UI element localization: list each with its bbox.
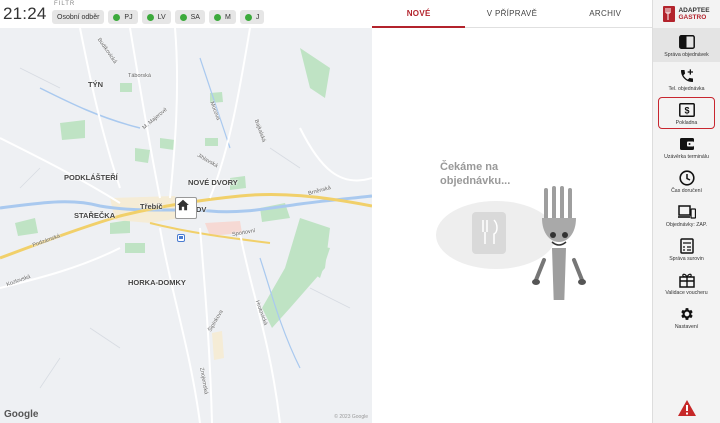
nav-label: Tel. objednávka bbox=[668, 85, 705, 92]
chip-label: SA bbox=[190, 13, 200, 21]
tab-nove[interactable]: NOVÉ bbox=[372, 0, 466, 28]
status-dot-icon bbox=[244, 13, 252, 21]
nav-sprava-surovin[interactable]: Správa surovin bbox=[653, 232, 720, 266]
nav-tel-objednavka[interactable]: Tel. objednávka bbox=[653, 62, 720, 96]
nav-pokladna[interactable]: $ Pokladna bbox=[657, 96, 716, 130]
google-logo: Google bbox=[4, 409, 39, 420]
nav-label: Nastavení bbox=[674, 323, 699, 330]
top-bar: 21:24 FILTR Osobní odběr PJ LV SA M J bbox=[0, 0, 372, 28]
brand-line-2: GASTRO bbox=[678, 14, 707, 21]
gift-icon bbox=[678, 271, 696, 289]
warning-icon[interactable] bbox=[677, 399, 697, 417]
map-label: HORKA-DOMKY bbox=[128, 278, 186, 287]
app-window: 21:24 FILTR Osobní odběr PJ LV SA M J TÝ… bbox=[0, 0, 720, 423]
chip-pj[interactable]: PJ bbox=[108, 10, 138, 24]
home-icon bbox=[177, 199, 189, 211]
nav-label: Pokladna bbox=[675, 119, 698, 126]
svg-text:$: $ bbox=[684, 105, 689, 115]
chip-label: M bbox=[224, 13, 231, 21]
adaptee-logo-icon bbox=[663, 6, 676, 22]
chip-sa[interactable]: SA bbox=[174, 10, 205, 24]
nav-objednavky-zap[interactable]: Objednávky: ZAP. bbox=[653, 198, 720, 232]
street-label: Táborská bbox=[128, 73, 151, 79]
nav-validace-voucheru[interactable]: Validace voucheru bbox=[653, 266, 720, 300]
tab-v-priprave[interactable]: V PŘÍPRAVĚ bbox=[465, 0, 558, 27]
nav-label: Správa objednávek bbox=[664, 51, 709, 58]
clock-icon bbox=[678, 169, 696, 187]
map-label: TÝN bbox=[88, 80, 103, 89]
map-label: PODKLÁŠTEŘÍ bbox=[64, 173, 118, 182]
nav-uzaverka-terminalu[interactable]: Uzávěrka terminálu bbox=[653, 130, 720, 164]
gear-icon bbox=[678, 305, 696, 323]
cash-register-icon: $ bbox=[678, 101, 696, 119]
brand-logo: ADAPTEE GASTRO bbox=[653, 0, 720, 28]
filter-label: FILTR bbox=[54, 1, 76, 7]
calculator-icon bbox=[678, 237, 696, 255]
nav-label: Správa surovin bbox=[669, 255, 704, 262]
filter-chips: Osobní odběr PJ LV SA M J bbox=[52, 10, 265, 24]
chip-label: J bbox=[255, 13, 260, 21]
map-label: DV bbox=[196, 205, 207, 214]
nav-nastaveni[interactable]: Nastavení bbox=[653, 300, 720, 334]
nav-label: Uzávěrka terminálu bbox=[664, 153, 709, 160]
chip-label: PJ bbox=[124, 13, 133, 21]
chip-label: Osobní odběr bbox=[57, 13, 100, 21]
brand-name: ADAPTEE GASTRO bbox=[678, 7, 709, 21]
chip-label: LV bbox=[157, 13, 166, 21]
wallet-icon bbox=[678, 135, 696, 153]
nav-sprava-objednavek[interactable]: Správa objednávek bbox=[653, 28, 720, 62]
devices-icon bbox=[677, 203, 696, 221]
phone-add-icon bbox=[678, 67, 696, 85]
order-tabs: NOVÉ V PŘÍPRAVĚ ARCHIV bbox=[372, 0, 652, 28]
status-dot-icon bbox=[146, 13, 154, 21]
map-copyright: © 2023 Google bbox=[334, 414, 368, 420]
nav-cas-doruceni[interactable]: Čas doručení bbox=[653, 164, 720, 198]
chip-lv[interactable]: LV bbox=[141, 10, 171, 24]
status-dot-icon bbox=[179, 13, 187, 21]
map-label: STAŘEČKA bbox=[74, 211, 116, 220]
side-navigation: ADAPTEE GASTRO Správa objednávek Tel. ob… bbox=[652, 0, 720, 423]
map-view[interactable]: TÝN PODKLÁŠTEŘÍ NOVÉ DVORY STAŘEČKA Třeb… bbox=[0, 28, 372, 423]
map-graphic bbox=[0, 28, 372, 423]
orders-pane: NOVÉ V PŘÍPRAVĚ ARCHIV Čekáme na objedná… bbox=[372, 0, 652, 423]
clock: 21:24 bbox=[3, 4, 47, 23]
bus-stop-icon bbox=[177, 234, 185, 242]
filter-bar: FILTR Osobní odběr PJ LV SA M J bbox=[49, 0, 265, 28]
nav-label: Validace voucheru bbox=[665, 289, 708, 296]
fork-mascot-illustration bbox=[436, 186, 586, 300]
map-pane: 21:24 FILTR Osobní odběr PJ LV SA M J TÝ… bbox=[0, 0, 372, 423]
brand-line-1: ADAPTEE bbox=[678, 7, 710, 14]
orders-panel-icon bbox=[678, 33, 696, 51]
restaurant-marker[interactable] bbox=[175, 197, 197, 219]
empty-orders-state: Čekáme na objednávku... bbox=[372, 28, 652, 423]
nav-label: Čas doručení bbox=[671, 187, 702, 194]
map-label: Třebíč bbox=[140, 202, 163, 211]
chip-j[interactable]: J bbox=[239, 10, 265, 24]
nav-label: Objednávky: ZAP. bbox=[665, 221, 708, 228]
map-label: NOVÉ DVORY bbox=[188, 178, 238, 187]
status-dot-icon bbox=[213, 13, 221, 21]
status-dot-icon bbox=[113, 13, 121, 21]
chip-m[interactable]: M bbox=[208, 10, 236, 24]
chip-osobni-odber[interactable]: Osobní odběr bbox=[52, 10, 105, 24]
tab-archiv[interactable]: ARCHIV bbox=[559, 0, 652, 27]
